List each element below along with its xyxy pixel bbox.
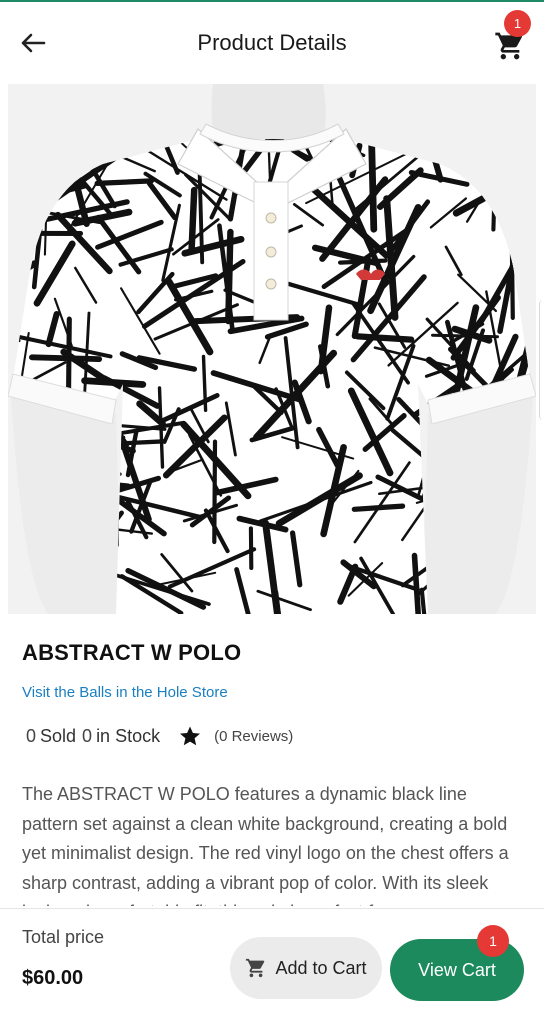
bottom-bar: Total price $60.00 Add to Cart View Cart… [0,908,544,1024]
view-cart-button[interactable]: View Cart 1 [390,925,524,1001]
cart-count-badge: 1 [504,10,531,37]
total-price-label: Total price [22,927,105,947]
store-link[interactable]: Visit the Balls in the Hole Store [22,684,228,701]
carousel-edge [539,300,544,420]
stock-count: 0 [82,725,93,746]
arrow-left-icon [21,33,46,53]
product-description: The ABSTRACT W POLO features a dynamic b… [22,784,509,906]
app-bar: Product Details 1 [0,2,544,84]
product-photo [8,84,536,614]
stock-label: in Stock [96,725,161,746]
total-price-value: $60.00 [22,967,84,989]
product-image[interactable] [8,84,536,614]
back-button[interactable] [14,24,52,62]
sold-label: Sold [40,725,77,746]
sold-count: 0 [26,725,37,746]
star-icon [178,724,202,748]
reviews-count[interactable]: (0 Reviews) [214,728,293,745]
product-stats: 0 Sold 0 in Stock (0 Reviews) [26,723,293,749]
view-cart-label: View Cart [418,959,496,980]
product-name: ABSTRACT W POLO [22,640,242,665]
add-to-cart-label: Add to Cart [275,957,367,978]
page-title: Product Details [197,30,347,55]
cart-icon [246,958,265,978]
cart-button[interactable]: 1 [490,10,532,66]
view-cart-count-badge: 1 [477,925,509,957]
add-to-cart-button[interactable]: Add to Cart [230,937,382,999]
